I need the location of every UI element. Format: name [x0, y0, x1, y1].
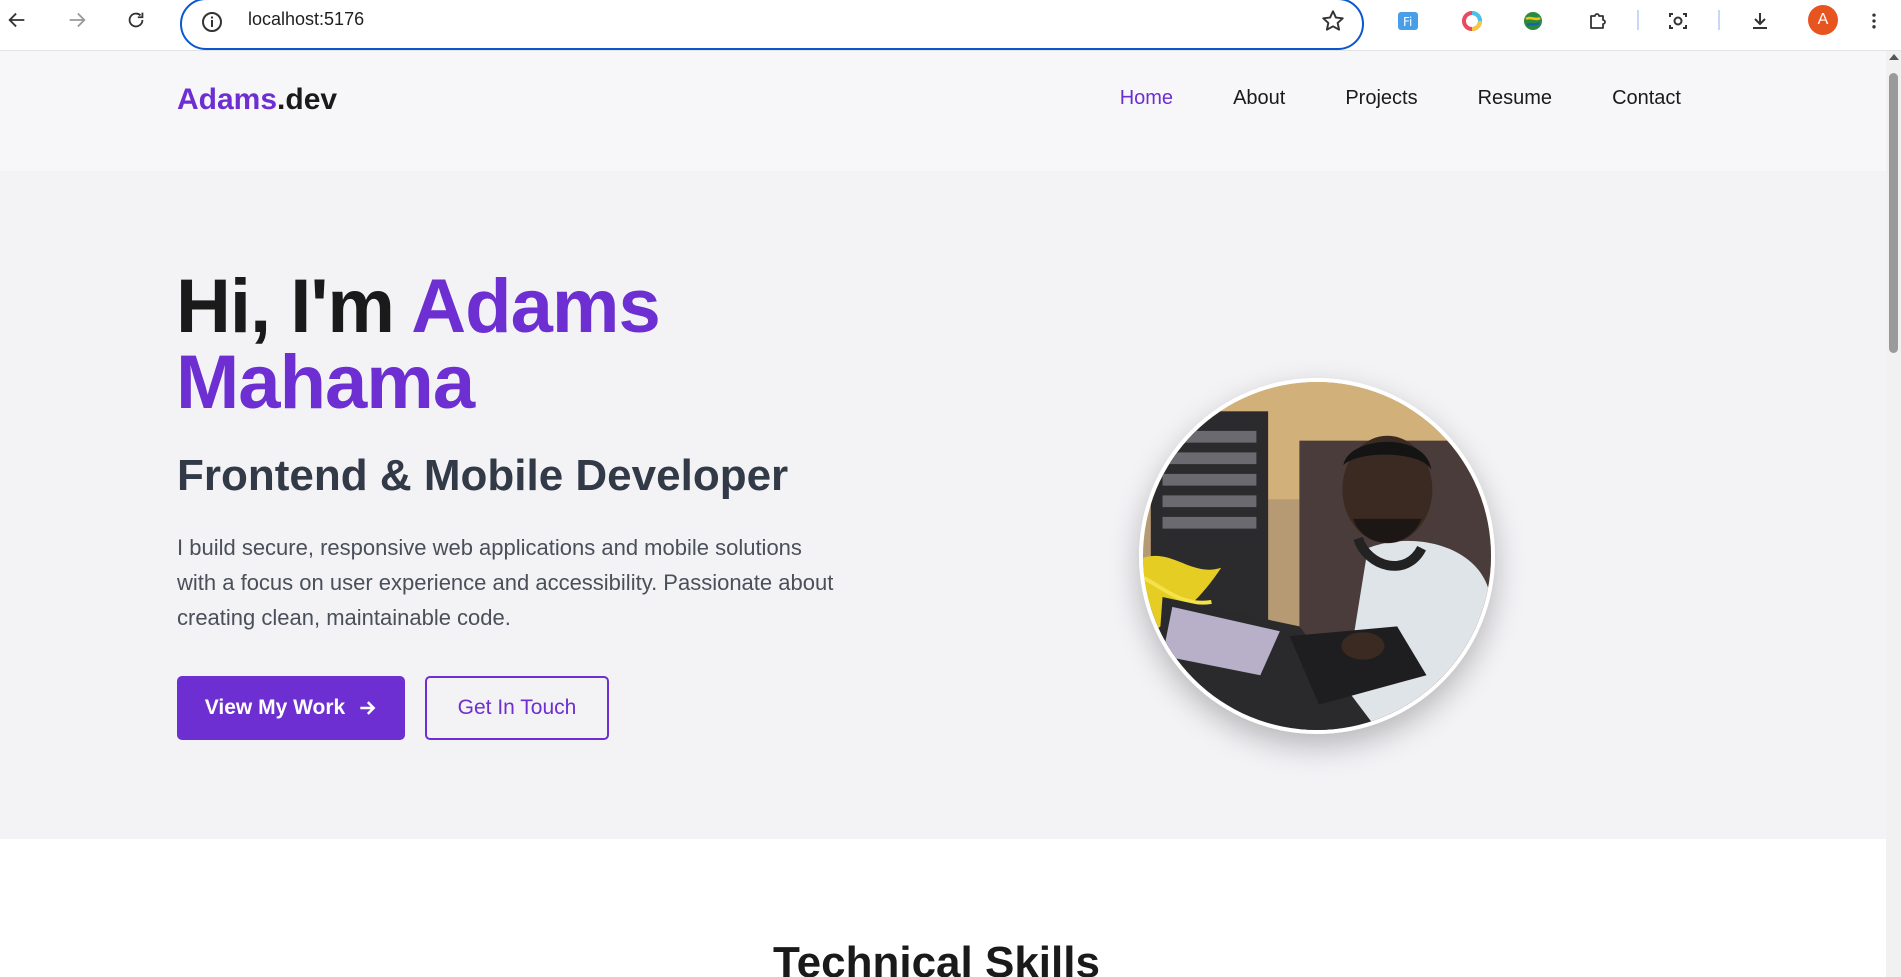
- camera-icon: [1669, 13, 1687, 29]
- view-my-work-button[interactable]: View My Work: [177, 676, 405, 740]
- svg-text:Fi: Fi: [1403, 15, 1412, 29]
- reload-button[interactable]: [121, 5, 151, 35]
- get-in-touch-label: Get In Touch: [457, 696, 577, 719]
- profile-photo: [1139, 378, 1495, 734]
- url-text[interactable]: localhost:5176: [248, 9, 364, 30]
- extension-translate-button[interactable]: Fi: [1393, 6, 1423, 36]
- browser-menu-button[interactable]: [1864, 6, 1884, 36]
- hero-greeting: Hi, I'm: [176, 264, 412, 349]
- technical-skills-heading: Technical Skills: [773, 938, 1100, 977]
- get-in-touch-button[interactable]: Get In Touch: [425, 676, 609, 740]
- star-icon[interactable]: [1320, 8, 1346, 34]
- globe-extension-icon: [1524, 12, 1542, 30]
- page-viewport: Adams.dev Home About Projects Resume Con…: [0, 51, 1886, 977]
- nav-link-home[interactable]: Home: [1120, 87, 1173, 110]
- logo-name: Adams: [177, 83, 278, 116]
- hero-title: Hi, I'm Adams Mahama: [176, 269, 876, 421]
- back-button[interactable]: [2, 5, 32, 35]
- browser-toolbar: localhost:5176 Fi A: [0, 0, 1901, 51]
- nav-link-about[interactable]: About: [1233, 87, 1285, 110]
- arrow-left-icon: [8, 12, 25, 28]
- extension-globe-button[interactable]: [1518, 6, 1548, 36]
- logo-suffix: .dev: [277, 83, 338, 116]
- forward-button[interactable]: [62, 5, 92, 35]
- arrow-right-icon: [69, 12, 86, 28]
- download-icon: [1753, 13, 1767, 29]
- downloads-button[interactable]: [1745, 6, 1775, 36]
- hero-section: Hi, I'm Adams Mahama Frontend & Mobile D…: [0, 171, 1886, 839]
- extensions-button[interactable]: [1583, 6, 1613, 36]
- page-scrollbar[interactable]: [1886, 51, 1901, 977]
- nav-link-contact[interactable]: Contact: [1612, 87, 1681, 110]
- site-logo[interactable]: Adams.dev: [177, 83, 337, 117]
- reload-icon: [128, 12, 144, 28]
- extension-color-button[interactable]: [1457, 6, 1487, 36]
- nav-link-projects[interactable]: Projects: [1345, 87, 1417, 110]
- screenshot-button[interactable]: [1663, 6, 1693, 36]
- toolbar-separator: [1637, 10, 1639, 30]
- main-nav: Home About Projects Resume Contact: [1120, 87, 1681, 110]
- address-bar[interactable]: localhost:5176: [180, 0, 1364, 50]
- site-header: Adams.dev Home About Projects Resume Con…: [0, 51, 1886, 171]
- color-wheel-icon: [1462, 11, 1482, 31]
- profile-photo-image: [1143, 382, 1491, 730]
- puzzle-icon: [1590, 13, 1606, 29]
- hero-description: I build secure, responsive web applicati…: [177, 535, 834, 630]
- nav-link-resume[interactable]: Resume: [1478, 87, 1552, 110]
- scroll-up-arrow[interactable]: [1889, 54, 1899, 60]
- profile-avatar-button[interactable]: A: [1808, 5, 1838, 35]
- arrow-right-icon: [360, 701, 376, 715]
- info-icon[interactable]: [200, 10, 224, 34]
- kebab-menu-icon: [1872, 13, 1876, 29]
- translate-extension-icon: Fi: [1398, 12, 1418, 30]
- scroll-thumb[interactable]: [1889, 73, 1898, 353]
- hero-subtitle: Frontend & Mobile Developer: [177, 451, 789, 500]
- toolbar-separator: [1718, 10, 1720, 30]
- view-my-work-label: View My Work: [204, 696, 346, 719]
